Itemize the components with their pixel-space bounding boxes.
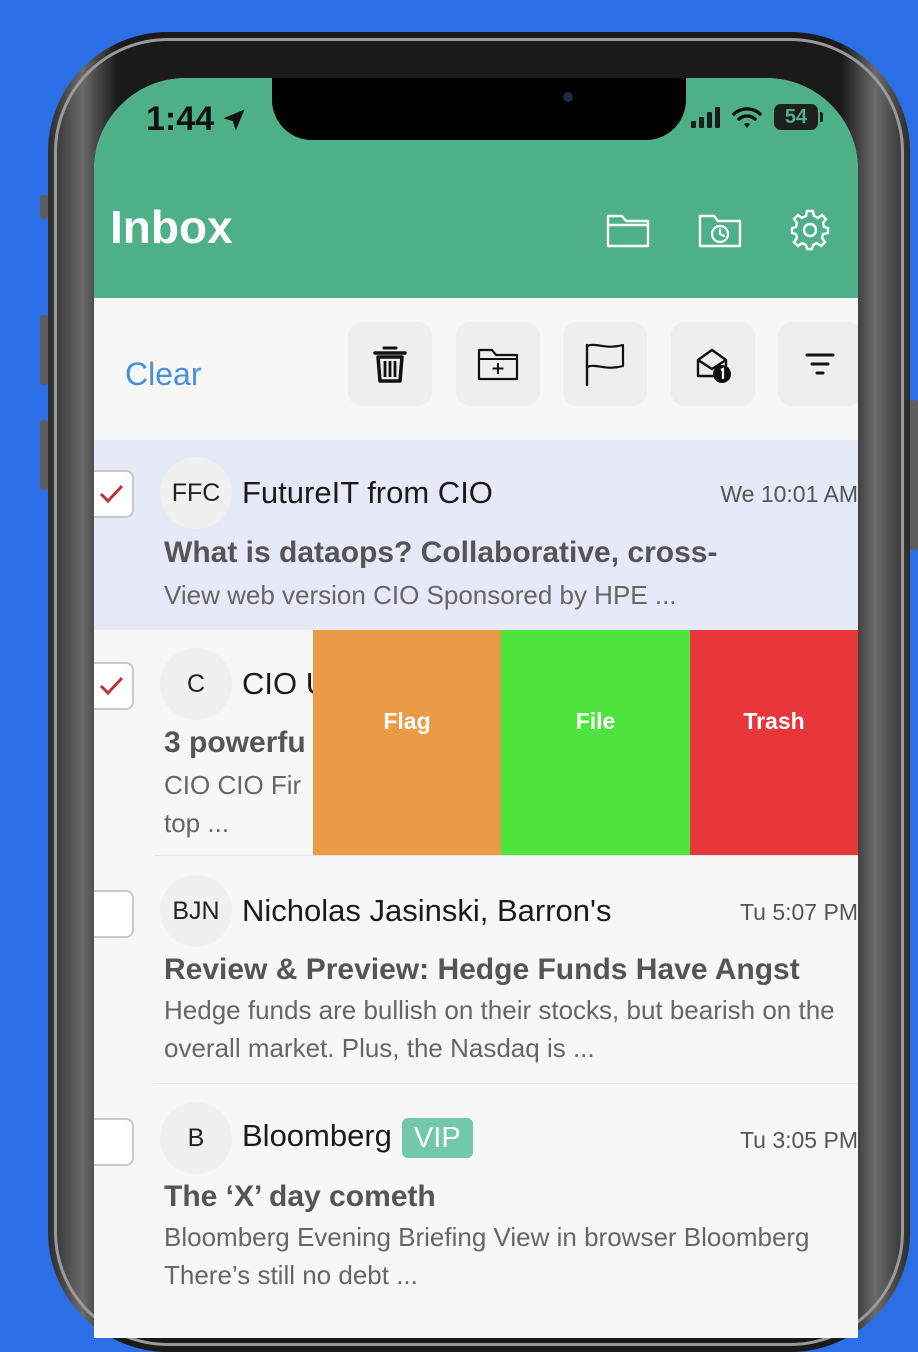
flag-button[interactable]: [563, 322, 647, 406]
battery-indicator: 54: [774, 104, 823, 130]
email-preview: Bloomberg Evening Briefing View in brows…: [164, 1222, 810, 1290]
email-subject: The ‘X’ day cometh: [164, 1180, 436, 1213]
sender-name: Nicholas Jasinski, Barron's: [242, 893, 612, 928]
cellular-signal-icon: [691, 106, 720, 128]
folder-button[interactable]: [604, 206, 652, 254]
email-row[interactable]: C CIO U 3 powerfu CIO CIO Fir top ... Fl…: [94, 630, 858, 857]
folder-icon: [606, 214, 650, 248]
move-to-folder-button[interactable]: [456, 322, 540, 406]
location-arrow-icon: [223, 109, 245, 130]
email-row[interactable]: FFC FutureIT from CIO We 10:01 AM What i…: [94, 440, 858, 630]
filter-button[interactable]: [778, 322, 858, 406]
envelope-badge-icon: [696, 348, 731, 383]
volume-down-button: [40, 420, 48, 490]
status-time-text: 1:44: [146, 100, 215, 138]
email-row[interactable]: B Bloomberg VIP Tu 3:05 PM The ‘X’ day co…: [94, 1084, 858, 1324]
bulk-action-toolbar: Clear: [94, 298, 858, 440]
battery-level: 54: [784, 105, 808, 128]
mark-read-button[interactable]: [671, 322, 755, 406]
silent-switch: [40, 195, 48, 219]
email-time: Tu 5:07 PM: [739, 899, 858, 925]
swipe-flag-label: Flag: [383, 707, 431, 734]
status-time: 1:44: [146, 100, 248, 139]
swipe-trash-button[interactable]: Trash: [690, 630, 858, 856]
row-checkbox[interactable]: [94, 1118, 134, 1166]
filter-icon: [805, 353, 835, 375]
sender-name: Bloomberg VIP: [242, 1118, 473, 1158]
row-checkbox[interactable]: [94, 890, 134, 938]
clear-selection-button[interactable]: Clear: [125, 356, 201, 393]
sender-name: FutureIT from CIO: [242, 475, 493, 510]
email-subject: 3 powerfu: [164, 726, 306, 759]
email-time: Tu 3:05 PM: [739, 1127, 858, 1153]
folder-plus-icon: [477, 348, 519, 381]
delete-button[interactable]: [348, 322, 432, 406]
gear-icon: [790, 209, 830, 251]
swipe-file-label: File: [575, 707, 616, 734]
swipe-file-button[interactable]: File: [501, 630, 690, 856]
row-checkbox[interactable]: [94, 662, 134, 710]
row-checkbox[interactable]: [94, 470, 134, 518]
notch: [272, 78, 686, 140]
email-row[interactable]: BJN Nicholas Jasinski, Barron's Tu 5:07 …: [94, 856, 858, 1085]
folder-clock-icon: [698, 214, 742, 248]
checkmark-icon: [99, 484, 124, 504]
sender-name-text: Bloomberg: [242, 1118, 392, 1154]
checkmark-icon: [99, 676, 124, 696]
page-title: Inbox: [110, 201, 233, 253]
email-subject: What is dataops? Collaborative, cross-: [164, 536, 718, 569]
phone-screen: 1:44 54 Inbox Clear FFC FutureIT from CI…: [94, 78, 858, 1338]
email-preview: View web version CIO Sponsored by HPE ..…: [164, 580, 677, 610]
email-preview: Hedge funds are bullish on their stocks,…: [164, 995, 835, 1063]
settings-button[interactable]: [786, 206, 834, 254]
avatar: FFC: [160, 457, 232, 529]
status-indicators: 54: [691, 104, 823, 130]
trash-icon: [373, 346, 407, 383]
avatar: B: [160, 1102, 232, 1174]
scheduled-folder-button[interactable]: [696, 206, 744, 254]
wifi-icon: [732, 107, 762, 128]
vip-badge: VIP: [401, 1118, 473, 1158]
front-camera: [563, 92, 573, 102]
swipe-trash-label: Trash: [743, 707, 805, 734]
flag-icon: [585, 343, 625, 387]
volume-up-button: [40, 315, 48, 385]
swipe-flag-button[interactable]: Flag: [313, 630, 501, 856]
avatar: BJN: [160, 875, 232, 947]
email-subject: Review & Preview: Hedge Funds Have Angst: [164, 953, 800, 986]
email-time: We 10:01 AM: [720, 481, 858, 507]
avatar: C: [160, 648, 232, 720]
